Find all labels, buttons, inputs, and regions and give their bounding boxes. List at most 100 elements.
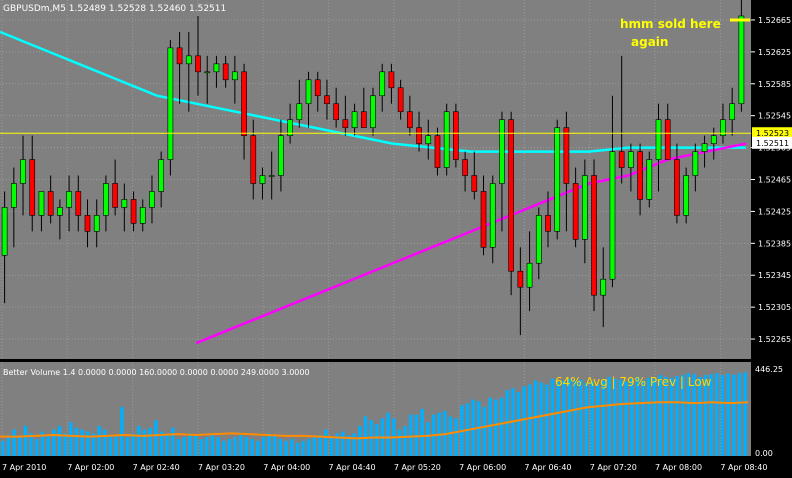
candle-body: [701, 143, 708, 152]
volume-bar: [397, 429, 402, 456]
volume-bar: [590, 381, 594, 456]
volume-bar: [743, 372, 747, 456]
price-chart[interactable]: 1.526651.526251.525851.525451.525051.524…: [0, 0, 792, 478]
time-tick-label: 7 Apr 08:00: [655, 463, 702, 472]
volume-bar: [482, 407, 487, 456]
candle-body: [591, 175, 597, 296]
volume-bar: [80, 429, 84, 456]
volume-bar: [182, 437, 186, 456]
volume-bar: [114, 435, 118, 456]
volume-bar: [363, 416, 368, 456]
volume-bar: [205, 437, 209, 456]
volume-bar: [494, 399, 498, 456]
candle-body: [710, 135, 717, 144]
volume-bar: [567, 378, 572, 456]
candle-body: [443, 111, 450, 168]
candle-body: [66, 191, 72, 208]
candle-body: [674, 159, 680, 216]
volume-bar: [454, 418, 458, 456]
volume-bar: [12, 429, 16, 456]
volume-bar: [318, 435, 322, 456]
candle-body: [563, 127, 570, 184]
candle-body: [176, 47, 183, 65]
volume-bar: [69, 422, 73, 456]
candle-body: [545, 215, 551, 232]
volume-bar: [171, 427, 175, 456]
volume-bar: [732, 374, 736, 456]
volume-bar: [652, 378, 657, 456]
candle-body: [729, 103, 736, 120]
volume-bar: [193, 435, 198, 456]
candle-body: [204, 71, 211, 74]
candle-body: [112, 183, 118, 208]
candle-body: [600, 278, 607, 296]
candle-body: [738, 15, 745, 105]
volume-bar: [516, 392, 521, 456]
candle-body: [526, 262, 533, 288]
price-tick-label: 1.52665: [758, 16, 791, 25]
candle-body: [241, 71, 247, 136]
candle-body: [388, 71, 395, 89]
candle-body: [158, 159, 165, 192]
candle-body: [397, 87, 404, 112]
candle-body: [628, 151, 634, 168]
annotation-line1: hmm sold here: [620, 17, 721, 31]
volume-bar: [375, 424, 379, 456]
candle-body: [535, 215, 542, 264]
time-tick-label: 7 Apr 08:40: [720, 463, 767, 472]
volume-stats: 64% Avg | 79% Prev | Low: [555, 375, 712, 389]
volume-bar: [222, 440, 226, 456]
volume-bar: [1, 440, 5, 456]
volume-bar: [579, 379, 583, 456]
volume-bar: [267, 433, 271, 456]
time-tick-label: 7 Apr 05:20: [394, 463, 441, 472]
volume-bar: [522, 386, 526, 456]
volume-scale-max: 446.25: [755, 365, 783, 374]
candle-body: [47, 191, 54, 216]
time-tick-label: 7 Apr 02:40: [133, 463, 180, 472]
volume-bar: [601, 380, 606, 456]
chart-window: 1.526651.526251.525851.525451.525051.524…: [0, 0, 792, 478]
volume-bar: [108, 435, 113, 456]
candle-body: [195, 55, 201, 73]
price-tick-label: 1.52265: [758, 335, 791, 344]
volume-bar: [726, 373, 730, 456]
candle-body: [333, 103, 339, 120]
volume-bar: [256, 440, 260, 456]
candle-body: [425, 135, 432, 144]
volume-bar: [562, 380, 566, 456]
candle-body: [581, 175, 588, 240]
candle-body: [93, 215, 100, 232]
volume-bar: [545, 384, 549, 456]
volume-bar: [52, 429, 56, 456]
volume-bar: [341, 431, 345, 456]
candle-body: [416, 127, 422, 144]
volume-bar: [176, 439, 181, 456]
volume-bar: [528, 384, 532, 456]
volume-bar: [301, 440, 305, 456]
volume-bar: [148, 427, 152, 456]
volume-bar: [125, 437, 130, 456]
candle-body: [554, 127, 561, 232]
volume-bar: [57, 425, 62, 456]
volume-bar: [63, 433, 67, 456]
volume-bar: [630, 378, 634, 456]
volume-bar: [409, 414, 413, 456]
volume-bar: [448, 416, 453, 456]
candle-body: [278, 135, 284, 176]
volume-bar: [261, 437, 266, 456]
volume-bar: [307, 439, 311, 456]
volume-bar: [403, 425, 407, 456]
candle-body: [167, 47, 174, 160]
volume-bar: [720, 375, 725, 456]
candle-body: [213, 63, 220, 73]
candle-body: [20, 159, 26, 184]
volume-bar: [358, 425, 362, 456]
volume-bar: [131, 433, 135, 456]
candle-body: [655, 119, 662, 160]
volume-bar: [352, 433, 356, 456]
volume-bar: [165, 433, 169, 456]
volume-bar: [199, 439, 203, 456]
candle-body: [360, 111, 367, 128]
candle-body: [84, 215, 91, 232]
